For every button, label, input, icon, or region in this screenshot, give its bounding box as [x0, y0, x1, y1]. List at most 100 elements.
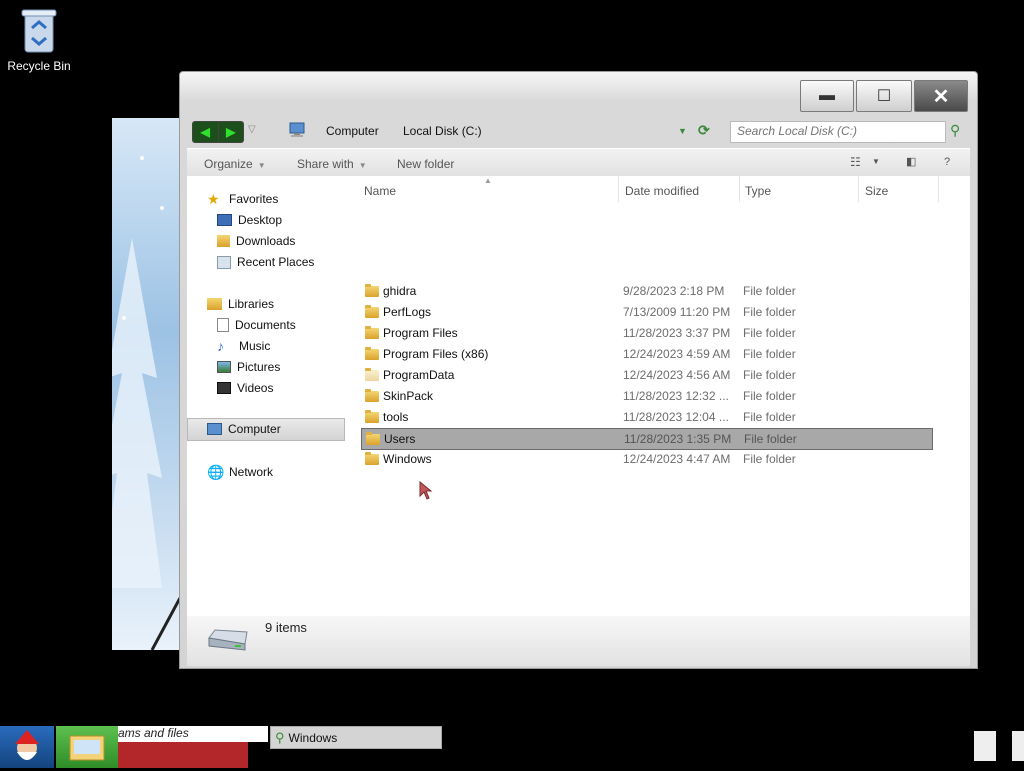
file-name: tools	[383, 410, 409, 424]
view-options-icon[interactable]: ☷	[850, 155, 861, 169]
content-area: ★ Favorites Desktop Downloads Recent Pla…	[187, 176, 970, 616]
start-search-text[interactable]: ams and files	[118, 726, 268, 742]
recycle-bin-label: Recycle Bin	[7, 59, 71, 73]
desktop-icon	[217, 214, 232, 226]
close-icon: ✕	[932, 85, 950, 108]
nav-pictures[interactable]: Pictures	[217, 358, 280, 376]
santa-icon	[15, 730, 39, 760]
folder-icon	[365, 305, 379, 318]
nav-libraries[interactable]: Libraries	[207, 295, 274, 313]
back-button[interactable]: ◀	[193, 122, 219, 142]
tray-network-icon[interactable]	[974, 731, 996, 761]
file-date: 12/24/2023 4:56 AM	[623, 368, 731, 382]
folder-taskbar-icon	[69, 735, 105, 761]
file-row[interactable]: tools 11/28/2023 12:04 ... File folder	[361, 407, 933, 427]
column-size[interactable]: Size	[865, 184, 888, 198]
recycle-bin-icon	[21, 9, 57, 53]
wallpaper	[112, 118, 180, 650]
search-box[interactable]	[730, 121, 946, 143]
nav-recent-places[interactable]: Recent Places	[217, 253, 314, 271]
folder-icon	[365, 326, 379, 339]
column-divider[interactable]	[618, 176, 619, 202]
forward-button[interactable]: ▶	[219, 122, 244, 142]
mouse-cursor-icon	[419, 481, 433, 500]
nav-videos[interactable]: Videos	[217, 379, 273, 397]
refresh-icon[interactable]: ⟳	[698, 122, 710, 139]
file-row[interactable]: ghidra 9/28/2023 2:18 PM File folder	[361, 281, 933, 301]
column-divider[interactable]	[938, 176, 939, 202]
share-with-menu[interactable]: Share with ▼	[297, 157, 367, 171]
file-name: Program Files	[383, 326, 458, 340]
pictures-icon	[217, 361, 231, 373]
file-type: File folder	[743, 305, 796, 319]
file-type: File folder	[743, 389, 796, 403]
column-divider[interactable]	[858, 176, 859, 202]
taskbar-strip	[118, 740, 248, 768]
forward-arrow-icon: ▶	[226, 125, 236, 139]
star-icon: ★	[207, 191, 220, 207]
chevron-down-icon: ▼	[257, 161, 266, 170]
file-type: File folder	[743, 368, 796, 382]
minimize-button[interactable]: ▬	[800, 80, 854, 112]
back-arrow-icon: ◀	[200, 125, 210, 139]
file-row-selected[interactable]: Users 11/28/2023 1:35 PM File folder	[361, 428, 933, 450]
explorer-window: ▬ ☐ ✕ ◀ ▶ ▽ Computer Local Disk (C:) ▼ ⟳…	[179, 71, 978, 669]
column-name[interactable]: Name	[364, 184, 396, 198]
computer-breadcrumb-icon	[289, 122, 305, 137]
file-type: File folder	[743, 347, 796, 361]
organize-menu[interactable]: Organize ▼	[204, 157, 266, 171]
file-name: ghidra	[383, 284, 417, 298]
column-type[interactable]: Type	[745, 184, 771, 198]
nav-music[interactable]: ♪ Music	[217, 337, 270, 355]
minimize-icon: ▬	[819, 87, 835, 104]
documents-icon	[217, 318, 229, 332]
start-button[interactable]	[0, 726, 54, 768]
nav-documents[interactable]: Documents	[217, 316, 296, 334]
music-icon: ♪	[217, 338, 224, 354]
file-row[interactable]: Windows 12/24/2023 4:47 AM File folder	[361, 449, 933, 469]
maximize-button[interactable]: ☐	[856, 80, 912, 112]
view-dropdown-icon[interactable]: ▼	[872, 157, 880, 166]
file-date: 7/13/2009 11:20 PM	[623, 305, 731, 319]
nav-downloads[interactable]: Downloads	[217, 232, 295, 250]
explorer-taskbar-button[interactable]	[56, 726, 118, 768]
address-dropdown-icon[interactable]: ▼	[678, 126, 687, 136]
file-date: 9/28/2023 2:18 PM	[623, 284, 725, 298]
breadcrumb-local-disk[interactable]: Local Disk (C:)	[403, 124, 482, 138]
nav-computer[interactable]: Computer	[207, 420, 281, 438]
file-date: 11/28/2023 1:35 PM	[624, 432, 732, 446]
search-input[interactable]	[731, 122, 927, 140]
breadcrumb-computer[interactable]: Computer	[326, 124, 379, 138]
nav-desktop[interactable]: Desktop	[217, 211, 282, 229]
file-row[interactable]: ProgramData 12/24/2023 4:56 AM File folder	[361, 365, 933, 385]
file-row[interactable]: Program Files (x86) 12/24/2023 4:59 AM Fil…	[361, 344, 933, 364]
nav-favorites[interactable]: ★ Favorites	[207, 190, 278, 208]
new-folder-button[interactable]: New folder	[397, 157, 454, 171]
help-icon[interactable]: ?	[944, 156, 950, 168]
libraries-icon	[207, 298, 222, 310]
close-button[interactable]: ✕	[914, 80, 968, 112]
column-date-modified[interactable]: Date modified	[625, 184, 699, 198]
file-row[interactable]: PerfLogs 7/13/2009 11:20 PM File folder	[361, 302, 933, 322]
folder-icon	[365, 389, 379, 402]
recent-pages-dropdown[interactable]: ▽	[248, 124, 256, 135]
folder-icon	[366, 432, 380, 445]
file-date: 12/24/2023 4:59 AM	[623, 347, 731, 361]
nav-network[interactable]: 🌐 Network	[207, 463, 273, 481]
tray-icon[interactable]	[1012, 731, 1024, 761]
file-date: 11/28/2023 3:37 PM	[623, 326, 731, 340]
search-icon: ⚲	[275, 729, 285, 745]
recycle-bin-shortcut[interactable]: Recycle Bin	[4, 6, 74, 73]
hard-drive-icon	[208, 629, 248, 651]
maximize-icon: ☐	[876, 88, 892, 105]
file-row[interactable]: Program Files 11/28/2023 3:37 PM File fold…	[361, 323, 933, 343]
column-divider[interactable]	[739, 176, 740, 202]
preview-pane-icon[interactable]: ◧	[906, 155, 916, 168]
file-date: 11/28/2023 12:32 ...	[623, 389, 729, 403]
search-icon[interactable]: ⚲	[950, 122, 960, 139]
windows-search-result[interactable]: ⚲ Windows	[270, 726, 442, 749]
videos-icon	[217, 382, 231, 394]
file-row[interactable]: SkinPack 11/28/2023 12:32 ... File folder	[361, 386, 933, 406]
file-type: File folder	[743, 326, 796, 340]
downloads-icon	[217, 235, 230, 247]
